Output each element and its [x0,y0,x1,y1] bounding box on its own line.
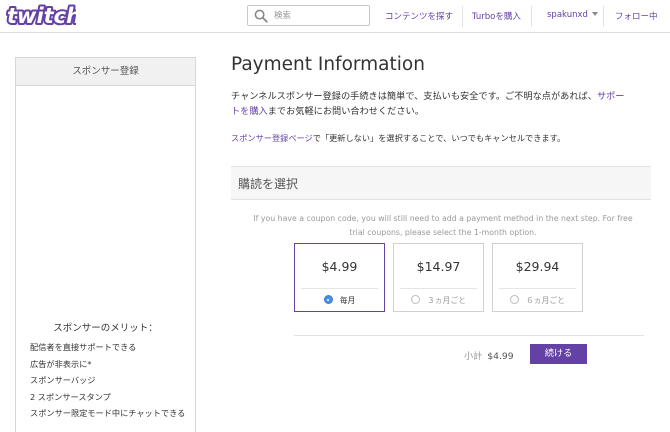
subtotal: 小計 $4.99 [464,348,514,362]
plan-divider [499,288,576,289]
continue-button[interactable]: 続ける [530,344,587,364]
section-title: 購読を選択 [238,177,299,191]
nav-divider [531,6,532,27]
user-menu-button[interactable]: spakunxd [547,10,598,20]
plan-radio-row: ６ヵ月ごと [493,295,582,306]
chevron-down-icon [591,12,598,16]
perk-item: スポンサー限定モード中にチャットできる [30,408,186,418]
radio-button[interactable] [411,295,420,304]
plan-option-3-months[interactable]: $14.97 ３ヵ月ごと [393,243,484,312]
subtotal-value: $4.99 [487,351,514,362]
plan-radio-row: ３ヵ月ごと [394,295,483,306]
top-navigation-bar: twitch twitch コンテンツを探す Turboを購入 spakunxd… [0,0,670,33]
perks-list: 配信者を直接サポートできる 広告が非表示に* スポンサーバッジ 2 スポンサース… [30,339,190,422]
subscription-section-header: 購読を選択 [231,166,651,200]
plan-price: $29.94 [515,259,560,274]
perk-item: スポンサーバッジ [30,375,96,385]
plan-option-6-months[interactable]: $29.94 ６ヵ月ごと [492,243,583,312]
perk-item: 広告が非表示に* [30,358,92,369]
search-icon [254,9,268,23]
intro-tail: までお気軽にお問い合わせください。 [267,106,424,117]
perk-item: 配信者を直接サポートできる [30,342,137,352]
search-input[interactable] [274,6,366,25]
perks-title: スポンサーのメリット： [53,323,158,334]
cancel-note: スポンサー登録ページで「更新しない」を選択することで、いつでもキャンセルできます… [231,132,565,144]
nav-browse-link[interactable]: コンテンツを探す [385,10,453,22]
intro-body: チャンネルスポンサー登録の手続きは簡単で、支払いも安全です。ご不明な点があれば、 [231,91,597,102]
plan-divider [400,288,477,289]
plan-period: 毎月 [339,296,356,305]
page-title: Payment Information [231,54,425,75]
sidebar-title: スポンサー登録 [16,58,195,86]
perk-item: 2 スポンサースタンプ [30,391,111,402]
username: spakunxd [547,10,588,20]
nav-turbo-link[interactable]: Turboを購入 [472,10,521,22]
plan-price: $4.99 [321,259,358,274]
coupon-note: If you have a coupon code, you will stil… [253,214,633,237]
radio-button[interactable] [510,295,519,304]
divider [294,335,644,336]
cancel-note-text: で「更新しない」を選択することで、いつでもキャンセルできます。 [312,133,566,143]
plan-period: ３ヵ月ごと [427,296,466,305]
plan-option-monthly[interactable]: $4.99 毎月 [294,243,385,312]
nav-following-link[interactable]: フォロー中 [615,10,658,22]
radio-button-selected[interactable] [323,295,333,304]
twitch-logo[interactable]: twitch twitch [6,3,76,29]
plan-divider [301,288,378,289]
plan-price: $14.97 [416,259,461,274]
sponsor-page-link[interactable]: スポンサー登録ページ [231,133,313,143]
subtotal-label: 小計 [464,351,483,362]
intro-text: チャンネルスポンサー登録の手続きは簡単で、支払いも安全です。ご不明な点があれば、… [231,89,656,119]
nav-divider [603,6,604,27]
svg-text:twitch: twitch [7,4,76,28]
plan-period: ６ヵ月ごと [526,296,565,305]
sponsor-sidebar: スポンサー登録 スポンサーのメリット： 配信者を直接サポートできる 広告が非表示… [15,57,196,432]
plan-radio-row: 毎月 [295,295,384,306]
support-link-part: サポー [596,91,625,102]
support-link-part: トを購入 [231,106,268,117]
nav-divider [462,6,463,27]
search-box[interactable] [247,5,370,26]
